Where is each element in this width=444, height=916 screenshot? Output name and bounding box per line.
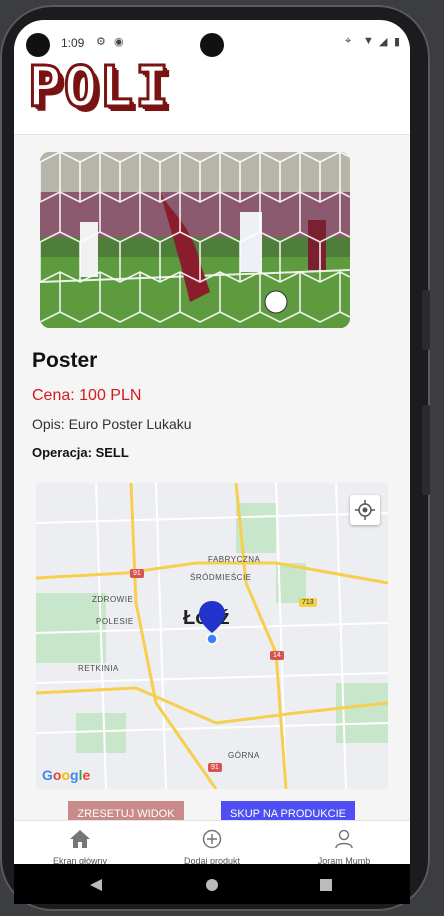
- product-image: [40, 152, 350, 328]
- nav-profile[interactable]: Joram Mumb: [278, 821, 410, 864]
- settings-status-icon: ⚙: [96, 36, 106, 48]
- road-number-badge: 91: [130, 569, 144, 578]
- google-logo: Google: [42, 767, 90, 783]
- back-icon[interactable]: [90, 879, 102, 891]
- system-navigation-bar: [14, 864, 410, 904]
- district-label: RETKINIA: [78, 664, 119, 673]
- my-location-button[interactable]: [350, 495, 380, 525]
- front-camera-left: [26, 33, 50, 57]
- app-status-icon: ◉: [114, 36, 124, 48]
- app-logo: POLI: [27, 55, 171, 120]
- nav-add-product[interactable]: Dodaj produkt: [146, 821, 278, 864]
- road-number-badge: 91: [208, 763, 222, 772]
- location-map[interactable]: FABRYCZNA ŚRÓDMIEŚCIE ZDROWIE POLESIE RE…: [36, 483, 388, 789]
- product-title: Poster: [32, 349, 98, 372]
- location-status-icon: ⌖: [345, 35, 352, 47]
- google-logo-part: G: [42, 767, 53, 783]
- bottom-navigation: Ekran główny Dodaj produkt Joram Mumb: [14, 820, 410, 864]
- wifi-icon: ▼: [363, 35, 374, 47]
- google-logo-part: e: [82, 767, 91, 783]
- crosshair-icon: [355, 500, 375, 520]
- product-description: Opis: Euro Poster Lukaku: [32, 416, 192, 432]
- google-logo-part: o: [61, 767, 71, 783]
- product-details: Poster Cena: 100 PLN Opis: Euro Poster L…: [14, 135, 410, 820]
- nav-home[interactable]: Ekran główny: [14, 821, 146, 864]
- battery-icon: ▮: [394, 36, 401, 48]
- app-screen: 1:09 ⚙ ◉ ⌖ ▼ ◢ ▮ POLI Poster Cena: 100 P…: [14, 20, 410, 864]
- home-circle-icon[interactable]: [206, 879, 218, 891]
- system-nav-icons: [90, 879, 332, 891]
- power-button: [422, 405, 430, 495]
- district-label: FABRYCZNA: [208, 555, 261, 564]
- nav-add-label: Dodaj produkt: [183, 856, 241, 864]
- reset-view-button[interactable]: ZRESETUJ WIDOK: [68, 801, 184, 820]
- person-icon: [335, 829, 353, 849]
- district-label: GÓRNA: [228, 751, 260, 760]
- signal-icon: ◢: [379, 36, 388, 48]
- map-pin-icon[interactable]: [199, 601, 225, 645]
- front-camera: [200, 33, 224, 57]
- district-label: ZDROWIE: [92, 595, 134, 604]
- road-number-badge: 14: [270, 651, 284, 660]
- volume-button: [422, 290, 430, 350]
- nav-home-label: Ekran główny: [52, 856, 108, 864]
- nav-profile-label: Joram Mumb: [317, 856, 371, 864]
- buy-product-button[interactable]: SKUP NA PRODUKCIE: [221, 801, 355, 820]
- app-header: POLI: [14, 55, 410, 135]
- recents-icon[interactable]: [320, 879, 332, 891]
- home-icon: [70, 830, 90, 848]
- product-price: Cena: 100 PLN: [32, 387, 142, 404]
- google-logo-part: g: [70, 767, 79, 783]
- road-number-badge: 713: [299, 598, 317, 607]
- add-circle-icon: [202, 829, 222, 849]
- district-label: ŚRÓDMIEŚCIE: [190, 573, 252, 582]
- stadium-photo: [40, 152, 350, 328]
- district-label: POLESIE: [96, 617, 134, 626]
- status-time: 1:09: [61, 36, 85, 50]
- product-operation: Operacja: SELL: [32, 445, 129, 460]
